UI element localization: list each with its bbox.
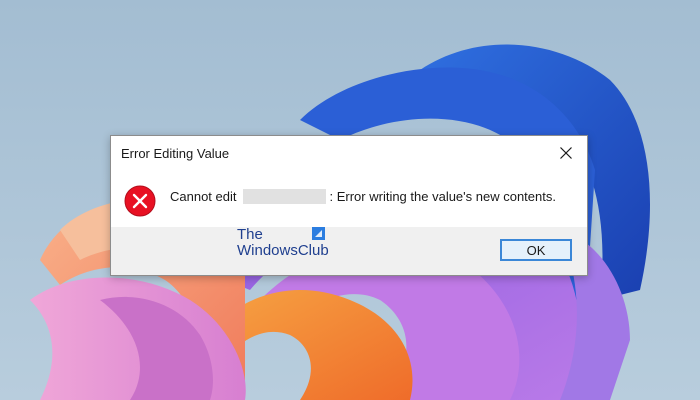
watermark-line-2: WindowsClub — [237, 242, 329, 259]
close-button[interactable] — [549, 138, 583, 168]
dialog-content: Cannot edit : Error writing the value's … — [111, 169, 587, 227]
dialog-titlebar[interactable]: Error Editing Value — [111, 136, 587, 169]
error-icon — [124, 185, 156, 217]
windowsclub-logo-icon — [312, 227, 325, 240]
message-prefix: Cannot edit — [170, 189, 237, 204]
dialog-title: Error Editing Value — [121, 146, 230, 161]
watermark: The WindowsClub — [237, 227, 329, 259]
error-dialog: Error Editing Value Cannot edit : Error … — [110, 135, 588, 276]
error-message: Cannot edit : Error writing the value's … — [170, 189, 556, 204]
redacted-value-name — [242, 189, 326, 204]
message-suffix: : Error writing the value's new contents… — [329, 189, 556, 204]
dialog-footer: OK — [111, 227, 587, 275]
ok-button[interactable]: OK — [500, 239, 572, 261]
close-icon — [560, 147, 572, 159]
